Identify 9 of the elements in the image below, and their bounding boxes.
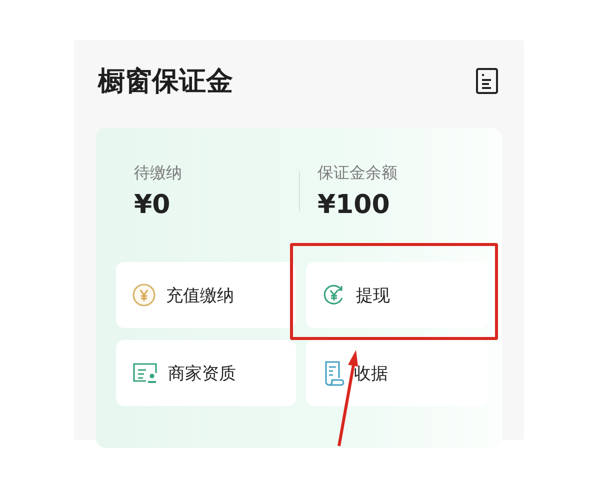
action-tile[interactable]: 商家资质 xyxy=(116,340,296,406)
stat-label: 待缴纳 xyxy=(134,162,182,184)
action-tile[interactable]: 充值缴纳 xyxy=(116,262,296,328)
stat-value: ¥0 xyxy=(134,190,170,220)
action-tile[interactable]: 收据 xyxy=(306,340,488,406)
stat-value: ¥100 xyxy=(317,190,390,220)
action-tile[interactable]: 提现 xyxy=(306,262,488,328)
stat-label: 保证金余额 xyxy=(317,162,398,184)
page-title: 橱窗保证金 xyxy=(98,65,233,99)
